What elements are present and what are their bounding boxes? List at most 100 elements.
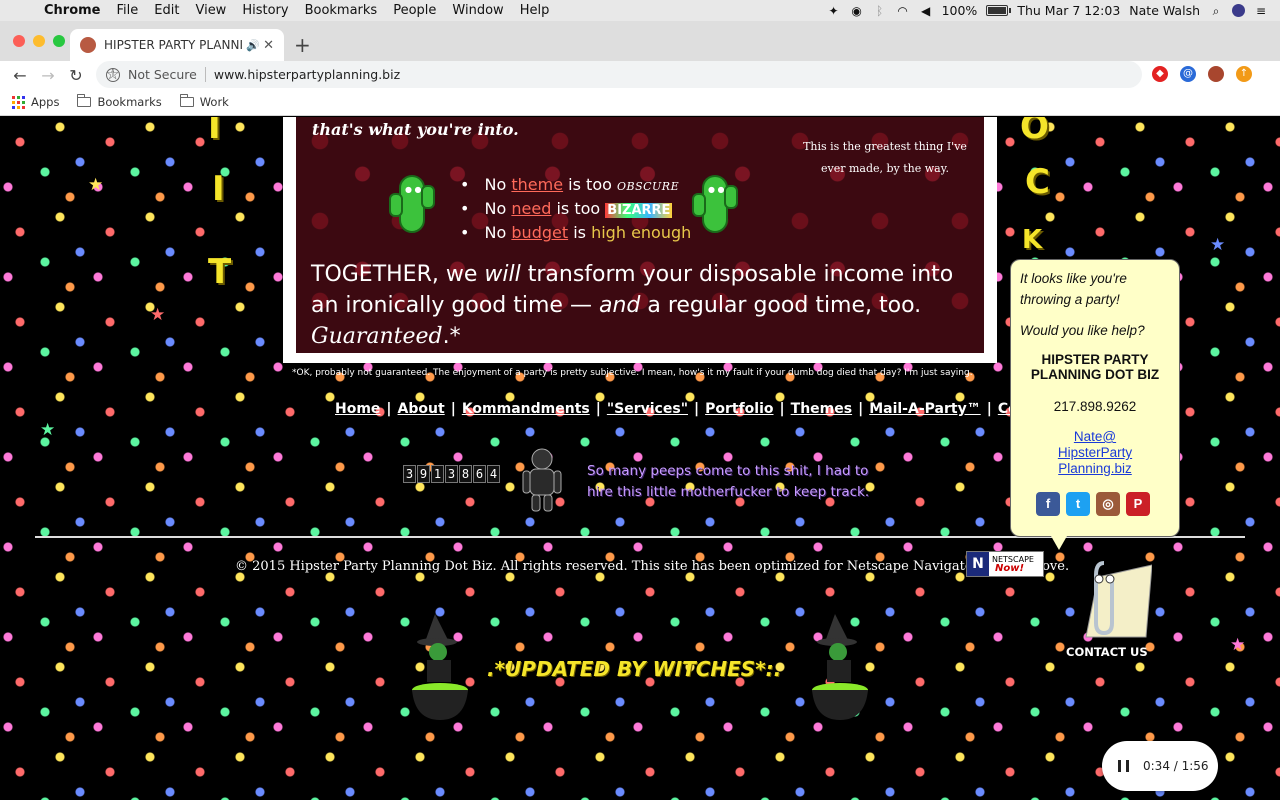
clippy-icon[interactable] [1068,557,1152,643]
counter-digit: 8 [459,465,472,483]
bookmark-label: Work [199,95,229,109]
nav-portfolio[interactable]: Portfolio [705,401,773,417]
pinterest-icon[interactable]: P [1126,492,1150,516]
caption-line: So many peeps come to this shit, I had t… [587,463,869,479]
nav-themes[interactable]: Themes [791,401,852,417]
menu-app-chrome[interactable]: Chrome [36,3,109,18]
tab-close-icon[interactable]: ✕ [263,38,274,53]
hit-counter-caption: So many peeps come to this shit, I had t… [587,461,869,503]
ublock-icon[interactable]: ◆ [1152,66,1168,82]
bookmark-folder-work[interactable]: Work [179,94,229,109]
menu-edit[interactable]: Edit [146,3,187,18]
site-nav: Home | About | Kommandments | "Services" | Portf… [335,401,1059,417]
tab-strip: HIPSTER PARTY PLANNING 🔊 ✕ + [0,21,1280,61]
url-text[interactable]: www.hipsterpartyplanning.biz [214,67,400,82]
onepassword-icon[interactable]: ◉ [850,5,864,17]
help-bubble: It looks like you're throwing a party! W… [1010,259,1180,550]
siri-icon[interactable] [1232,4,1245,17]
no-list: No theme is too OBSCURE No need is too B… [460,174,692,244]
menu-help[interactable]: Help [512,3,558,18]
theme-link[interactable]: theme [511,175,563,194]
email-link[interactable]: Nate@ [1011,429,1179,445]
updated-by-witches: .*UPDATED BY WITCHES*:. [487,657,782,681]
notification-center-icon[interactable]: ≡ [1254,5,1268,17]
counter-digit: 3 [403,465,416,483]
update-icon[interactable]: ↑ [1236,66,1252,82]
tab-active[interactable]: HIPSTER PARTY PLANNING 🔊 ✕ [70,29,284,61]
browser-toolbar: ← → ↻ i Not Secure www.hipsterpartyplann… [0,61,1280,89]
wifi-icon[interactable]: ◠ [896,5,910,17]
facebook-icon[interactable]: f [1036,492,1060,516]
menu-bookmarks[interactable]: Bookmarks [297,3,386,18]
site-favicon-icon [80,37,96,53]
menu-file[interactable]: File [109,3,147,18]
disclaimer: *OK, probably not guaranteed. The enjoym… [292,368,973,378]
intro-text: that's what you're into. [312,120,519,139]
tagline-text: TOGETHER, we [311,262,478,287]
menu-view[interactable]: View [187,3,234,18]
star-icon: ★ [1210,235,1226,255]
page-content: ★ ★ ★ ★ ★ I I T O C K that's what you're… [0,117,1280,800]
bluetooth-icon[interactable]: ᛒ [873,5,887,17]
bookmark-apps[interactable]: Apps [12,95,59,109]
dancing-cactus-icon: ● ● [389,175,435,233]
high-enough-text: high enough [591,223,692,242]
bizarre-text: BIZARRE [605,203,673,218]
nav-services[interactable]: "Services" [607,401,688,417]
security-label[interactable]: Not Secure [128,67,206,82]
twitter-icon[interactable]: t [1066,492,1090,516]
bookmark-label: Bookmarks [97,95,162,109]
extensions: ◆ @ ↑ [1152,66,1252,82]
bookmark-folder-bookmarks[interactable]: Bookmarks [77,94,162,109]
tagline-asterisk: .* [442,324,461,349]
close-window-button[interactable] [13,35,25,47]
list-text: No [484,223,507,242]
address-bar[interactable]: i Not Secure www.hipsterpartyplanning.bi… [96,61,1142,88]
nav-kommandments[interactable]: Kommandments [462,401,590,417]
help-question: It looks like you're throwing a party! [1020,271,1127,307]
nav-about[interactable]: About [398,401,445,417]
counter-digit: 6 [473,465,486,483]
need-link[interactable]: need [511,199,551,218]
dancing-letter-icon: O [1020,117,1049,147]
nav-separator: | [450,401,456,417]
bookmark-star-icon[interactable]: ☆ [106,67,119,82]
contact-us-label[interactable]: CONTACT US [1066,645,1148,659]
nav-home[interactable]: Home [335,401,380,417]
clock[interactable]: Thu Mar 7 12:03 [1017,3,1120,18]
menu-history[interactable]: History [234,3,296,18]
profile-avatar[interactable] [1208,66,1224,82]
netscape-logo-icon: N [967,552,989,576]
instagram-icon[interactable]: ◎ [1096,492,1120,516]
dropbox-icon[interactable]: ✦ [827,5,841,17]
audio-playing-icon[interactable]: 🔊 [246,39,260,52]
netscape-now-badge[interactable]: N NETSCAPE Now! [966,551,1044,577]
email-link[interactable]: HipsterParty [1011,445,1179,461]
new-tab-icon[interactable]: + [294,33,311,57]
minimize-window-button[interactable] [33,35,45,47]
list-text: No [484,175,507,194]
maximize-window-button[interactable] [53,35,65,47]
user-name[interactable]: Nate Walsh [1129,3,1200,18]
window-controls [13,35,65,47]
witch-cauldron-icon [412,614,468,720]
nav-mail-a-party[interactable]: Mail-A-Party™ [869,401,981,417]
menu-people[interactable]: People [385,3,444,18]
battery-icon[interactable] [986,5,1012,16]
volume-icon[interactable]: ◀ [919,5,933,17]
nav-separator: | [986,401,992,417]
back-icon[interactable]: ← [6,66,34,85]
list-item: No budget is high enough [460,222,692,244]
menu-window[interactable]: Window [444,3,511,18]
email-link[interactable]: Planning.biz [1011,461,1179,477]
phone-number: 217.898.9262 [1053,399,1137,414]
budget-link[interactable]: budget [511,223,568,242]
spotlight-search-icon[interactable]: ⌕ [1209,5,1223,17]
extension-icon[interactable]: @ [1180,66,1196,82]
counter-digit: 4 [487,465,500,483]
list-text: is [573,223,586,242]
forward-icon[interactable]: → [34,66,62,85]
reload-icon[interactable]: ↻ [62,66,90,85]
pause-icon[interactable] [1118,760,1129,772]
social-links: f t ◎ P [1036,492,1150,516]
